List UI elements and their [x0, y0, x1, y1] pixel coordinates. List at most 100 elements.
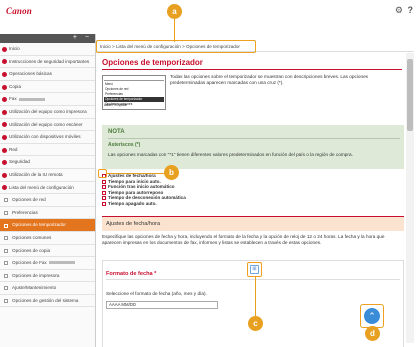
- redacted-text: [18, 97, 45, 101]
- sidebar: + − Inicio Instrucciones de seguridad imp…: [0, 34, 96, 347]
- chapter-bullet-icon: [2, 147, 7, 153]
- sidebar-item[interactable]: Opciones de red: [0, 194, 95, 207]
- panel-screen-thumbnail: Menú Opciones de red Preferencias Opciones …: [102, 75, 166, 110]
- page-icon: [4, 273, 8, 278]
- scrollbar[interactable]: [406, 53, 414, 343]
- canon-logo: Canon: [6, 6, 33, 16]
- sidebar-item-label: Seguridad: [9, 159, 30, 165]
- sidebar-item[interactable]: Opciones de impresora: [0, 269, 95, 283]
- callout-c-leader: [255, 277, 256, 317]
- section-link-label: Tiempo de desconexión automática: [108, 195, 186, 201]
- sidebar-item-label: Opciones comunes: [12, 234, 52, 240]
- sidebar-item-label: Utilización del equipo como impresora: [9, 108, 87, 114]
- page-icon: [4, 261, 8, 266]
- section-link-label: Tiempo apagado auto.: [108, 200, 157, 206]
- page-icon: [4, 286, 8, 291]
- chapter-bullet-icon: [2, 109, 7, 115]
- chapter-bullet-icon: [2, 84, 7, 90]
- sidebar-item-label: Lista del menú de configuración: [9, 184, 74, 190]
- setting-text: Seleccione el formato de fecha (año, mes…: [106, 291, 207, 296]
- chapter-bullet-icon: [2, 160, 7, 166]
- sidebar-item[interactable]: Fax: [0, 93, 95, 106]
- sidebar-item[interactable]: Inicio: [0, 43, 95, 56]
- section-link[interactable]: Tiempo apagado auto.: [102, 201, 302, 207]
- sidebar-item-label: Utilización de la IU remota: [9, 171, 63, 177]
- sidebar-item[interactable]: Utilización con dispositivos móviles: [0, 131, 95, 144]
- expand-collapse-buttons[interactable]: + −: [73, 34, 92, 41]
- sidebar-item-label: Opciones de impresora: [12, 272, 60, 278]
- sidebar-item[interactable]: Ajuste/Mantenimiento: [0, 282, 95, 295]
- sidebar-item-label: Ajuste/Mantenimiento: [12, 285, 57, 291]
- page-icon: [4, 299, 8, 304]
- page-icon: [4, 223, 8, 228]
- sidebar-item-label: Opciones de gestión del sistema: [12, 297, 79, 303]
- sidebar-item-label: Opciones de copia: [12, 247, 51, 253]
- title-divider: [102, 69, 402, 70]
- chapter-bullet-icon: [2, 122, 7, 128]
- breadcrumb-highlight: [96, 40, 256, 53]
- sidebar-item[interactable]: Opciones de Fax: [0, 257, 95, 270]
- sidebar-item[interactable]: Utilización de la IU remota: [0, 168, 95, 182]
- header: Canon ⚙ ?: [0, 0, 419, 22]
- callout-a-leader: [174, 18, 175, 42]
- section-link-label: Tiempo para autorreposo: [108, 189, 164, 195]
- chapter-bullet-icon: [2, 59, 7, 65]
- thumb-footer: Atrás Fin Aplicar: [104, 103, 128, 107]
- page-icon: [4, 248, 8, 253]
- chapter-bullet-icon: [2, 185, 7, 191]
- toggle-highlight: [247, 262, 262, 277]
- sidebar-toolbar: + −: [0, 34, 95, 43]
- note-title: NOTA: [108, 129, 125, 135]
- sidebar-item[interactable]: Seguridad: [0, 156, 95, 169]
- sidebar-item[interactable]: Utilización del equipo como escáner: [0, 118, 95, 132]
- sidebar-item-label: Opciones de Fax: [12, 260, 47, 266]
- sidebar-item-label: Opciones de temporizador: [12, 222, 66, 228]
- callout-a: a: [167, 4, 182, 19]
- link-square-icon: [102, 201, 106, 206]
- note-box: NOTA Asteriscos (*) Las opciones marcada…: [102, 125, 404, 169]
- chapter-bullet-icon: [2, 134, 7, 140]
- sidebar-item[interactable]: Opciones comunes: [0, 231, 95, 245]
- sidebar-item-label: Instrucciones de seguridad importantes: [9, 58, 90, 64]
- section-link-label: Función tras inicio automático: [108, 184, 175, 190]
- sidebar-item-label: Opciones de red: [12, 197, 46, 203]
- sidebar-item[interactable]: Opciones de temporizador: [0, 219, 95, 232]
- section-title: Ajustes de fecha/hora: [106, 221, 161, 227]
- page-title: Opciones de temporizador: [102, 58, 203, 67]
- sidebar-item[interactable]: Lista del menú de configuración: [0, 181, 95, 195]
- chapter-bullet-icon: [2, 71, 7, 77]
- gear-icon[interactable]: ⚙: [395, 5, 403, 16]
- sidebar-item[interactable]: Instrucciones de seguridad importantes: [0, 55, 95, 69]
- page-icon: [4, 236, 8, 241]
- intro-text: Todas las opciones sobre el temporizador…: [170, 74, 369, 86]
- help-icon[interactable]: ?: [408, 5, 414, 15]
- chapter-bullet-icon: [2, 97, 7, 103]
- page-icon: [4, 198, 8, 203]
- link-square-icon: [102, 190, 106, 195]
- callout-c: c: [248, 316, 263, 331]
- setting-divider: [106, 279, 400, 280]
- section-links: Ajustes de fecha/hora Tiempo para inicio …: [102, 173, 302, 207]
- sidebar-item[interactable]: Opciones de gestión del sistema: [0, 294, 95, 308]
- sidebar-item-label: Utilización con dispositivos móviles: [9, 134, 81, 140]
- sidebar-item[interactable]: Preferencias: [0, 206, 95, 220]
- sidebar-item-label: Fax: [9, 96, 17, 102]
- callout-d: d: [365, 326, 380, 341]
- back-to-top-icon[interactable]: ⌃: [364, 308, 380, 324]
- thumb-title-bar: [104, 77, 164, 81]
- setting-option: AAAA MM/DD: [106, 301, 218, 309]
- chapter-bullet-icon: [2, 46, 7, 52]
- section-description: Especifique las opciones de fecha y hora…: [102, 234, 385, 246]
- sidebar-item[interactable]: Operaciones básicas: [0, 68, 95, 81]
- sidebar-item[interactable]: Utilización del equipo como impresora: [0, 105, 95, 119]
- sidebar-item-label: Preferencias: [12, 209, 38, 215]
- section-link-label: Tiempo para inicio auto.: [108, 178, 161, 184]
- link-square-icon: [102, 196, 106, 201]
- link-square-icon: [102, 179, 106, 184]
- note-divider: [108, 138, 400, 139]
- sidebar-item[interactable]: Copia: [0, 80, 95, 94]
- sidebar-item-label: Inicio: [9, 46, 20, 51]
- sidebar-item[interactable]: Red: [0, 143, 95, 157]
- sidebar-item[interactable]: Opciones de copia: [0, 244, 95, 258]
- scroll-thumb[interactable]: [407, 59, 413, 131]
